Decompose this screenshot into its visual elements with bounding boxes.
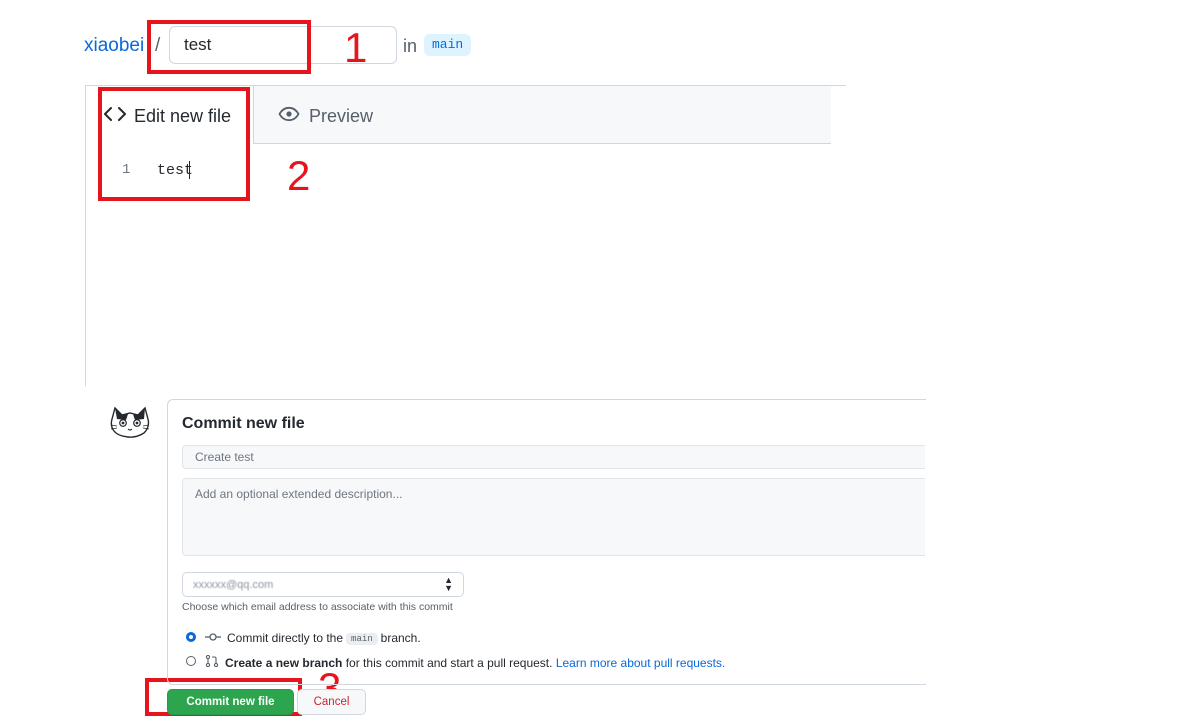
user-avatar xyxy=(108,405,152,439)
commit-description-textarea[interactable] xyxy=(182,478,925,556)
branch-badge: main xyxy=(424,34,472,56)
commit-direct-prefix: Commit directly to the xyxy=(227,631,344,645)
eye-icon xyxy=(278,106,300,127)
new-branch-label: Create a new branch for this commit and … xyxy=(225,656,725,670)
commit-direct-label: Commit directly to the main branch. xyxy=(227,631,421,645)
annotation-number-1: 1 xyxy=(344,24,368,71)
annotation-number-2: 2 xyxy=(287,152,311,199)
new-branch-bold: Create a new branch xyxy=(225,655,343,670)
annotation-box-2 xyxy=(98,87,250,201)
radio-new-branch[interactable] xyxy=(186,656,196,666)
commit-email-select[interactable]: xxxxxx@qq.com ▲ ▼ xyxy=(182,572,464,597)
learn-more-pull-requests-link[interactable]: Learn more about pull requests. xyxy=(556,656,725,670)
git-pull-request-icon xyxy=(205,654,219,670)
tab-preview[interactable]: Preview xyxy=(278,104,373,128)
commit-summary-input[interactable] xyxy=(182,445,925,469)
in-label: in xyxy=(403,36,418,56)
radio-commit-direct[interactable] xyxy=(186,632,196,642)
option-commit-direct[interactable]: Commit directly to the main branch. xyxy=(205,631,421,645)
new-branch-text: for this commit and start a pull request… xyxy=(345,655,553,670)
option-new-branch[interactable]: Create a new branch for this commit and … xyxy=(205,654,725,670)
commit-new-file-button[interactable]: Commit new file xyxy=(167,689,294,715)
repo-owner-link[interactable]: xiaobei xyxy=(84,35,144,57)
commit-email-value: xxxxxx@qq.com xyxy=(193,578,274,591)
commit-direct-branch: main xyxy=(346,633,378,645)
git-commit-icon xyxy=(205,632,221,645)
commit-form-title: Commit new file xyxy=(182,415,305,432)
commit-direct-suffix: branch. xyxy=(380,631,421,645)
email-hint-text: Choose which email address to associate … xyxy=(182,601,453,613)
select-arrows-icon: ▲ ▼ xyxy=(444,575,453,593)
tab-preview-label: Preview xyxy=(309,105,374,126)
cancel-button[interactable]: Cancel xyxy=(297,689,366,715)
annotation-box-1 xyxy=(147,20,311,74)
